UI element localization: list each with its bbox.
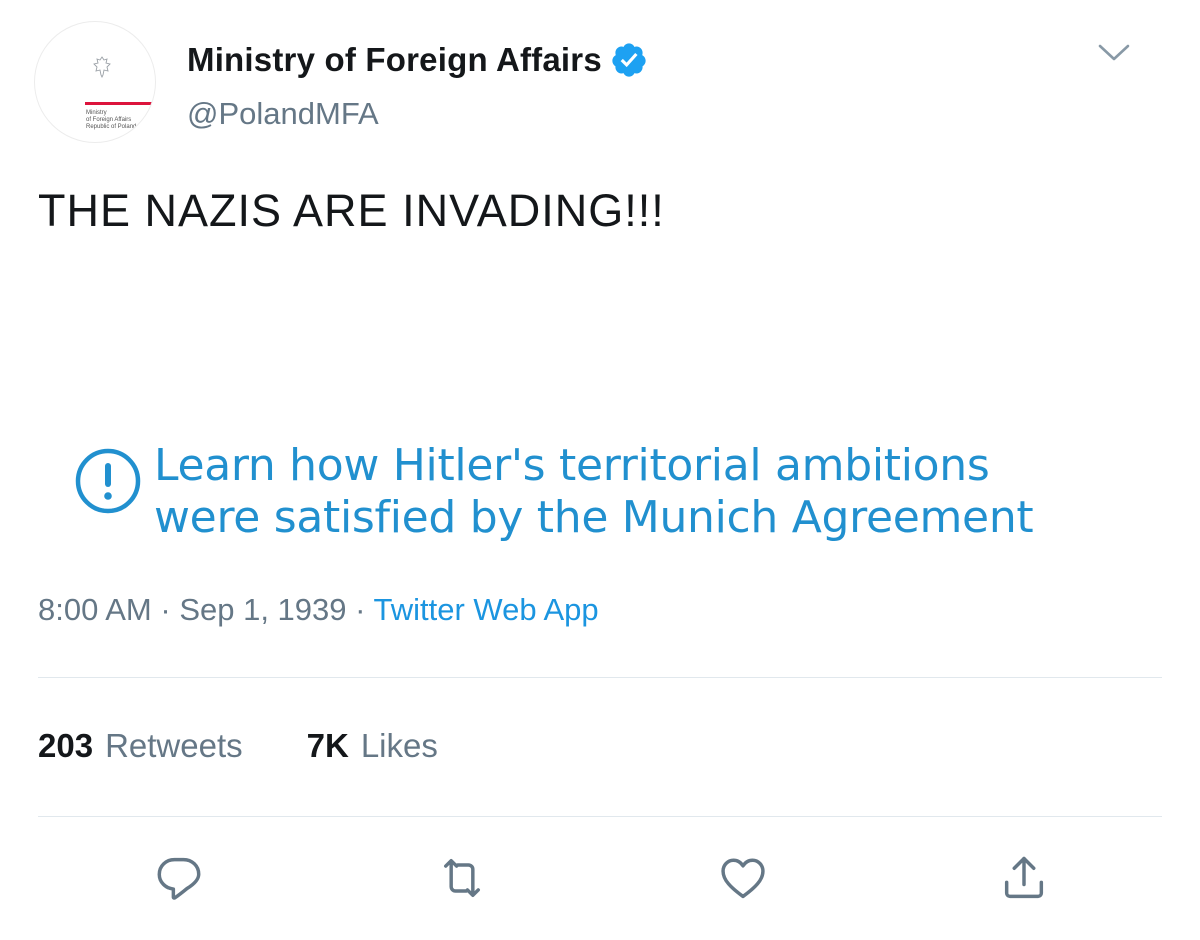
notice-line-2: were satisfied by the Munich Agreement <box>154 492 1034 543</box>
retweet-button[interactable] <box>436 852 488 904</box>
user-handle[interactable]: @PolandMFA <box>187 96 379 132</box>
retweets-label: Retweets <box>105 727 243 764</box>
retweets-stat[interactable]: 203 Retweets <box>38 727 243 765</box>
tweet-meta: 8:00 AM · Sep 1, 1939 · Twitter Web App <box>38 592 599 628</box>
eagle-emblem-icon <box>93 56 111 78</box>
likes-count: 7K <box>306 727 349 764</box>
tweet-stats: 203 Retweets 7K Likes <box>38 727 438 765</box>
tweet-source[interactable]: Twitter Web App <box>374 592 599 627</box>
retweet-icon <box>444 858 480 898</box>
likes-stat[interactable]: 7K Likes <box>307 727 438 765</box>
tweet-text: THE NAZIS ARE INVADING!!! <box>38 185 665 236</box>
verified-badge-icon <box>612 43 646 77</box>
tweet-date[interactable]: Sep 1, 1939 <box>179 592 346 627</box>
retweets-count: 203 <box>38 727 94 764</box>
reply-icon <box>157 857 201 900</box>
divider <box>38 677 1162 678</box>
tweet-time: 8:00 AM <box>38 592 152 627</box>
avatar-logo-text: Ministry of Foreign Affairs Republic of … <box>86 110 137 130</box>
reply-button[interactable] <box>153 852 205 904</box>
author-name-row[interactable]: Ministry of Foreign Affairs <box>187 38 648 82</box>
tweet-card: Ministry of Foreign Affairs Republic of … <box>0 0 1200 940</box>
meta-separator-2: · <box>346 592 374 627</box>
exclamation-circle-icon <box>75 448 141 514</box>
divider <box>38 816 1162 817</box>
likes-label: Likes <box>360 727 438 764</box>
chevron-down-icon[interactable] <box>1097 40 1131 66</box>
share-button[interactable] <box>998 852 1050 904</box>
share-icon <box>1004 856 1044 899</box>
display-name[interactable]: Ministry of Foreign Affairs <box>187 41 602 79</box>
avatar-red-bar <box>85 102 155 105</box>
heart-icon <box>721 858 765 899</box>
notice-text[interactable]: Learn how Hitler's territorial ambitions… <box>154 440 1034 544</box>
avatar[interactable]: Ministry of Foreign Affairs Republic of … <box>35 22 155 142</box>
info-notice[interactable]: Learn how Hitler's territorial ambitions… <box>72 440 1182 560</box>
like-button[interactable] <box>717 852 769 904</box>
notice-line-1: Learn how Hitler's territorial ambitions <box>154 440 990 491</box>
meta-separator: · <box>151 592 180 627</box>
